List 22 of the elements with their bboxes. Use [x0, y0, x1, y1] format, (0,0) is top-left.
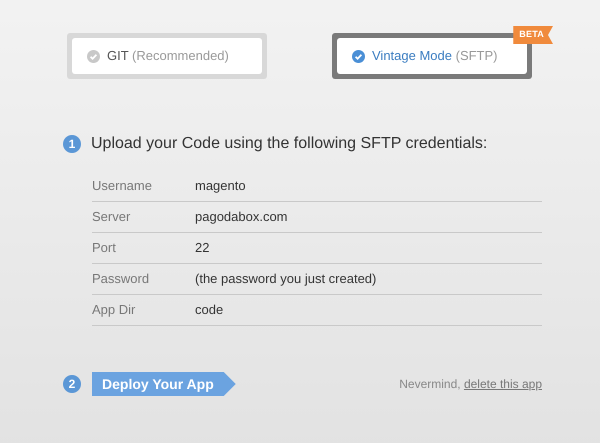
step-title: Upload your Code using the following SFTP credentials:: [91, 134, 488, 154]
field-value: code: [195, 301, 224, 320]
delete-app-link[interactable]: delete this app: [464, 377, 542, 391]
deploy-button[interactable]: Deploy Your App: [92, 372, 236, 396]
field-value: 22: [195, 239, 210, 258]
cancel-text: Nevermind, delete this app: [399, 376, 542, 393]
field-value: pagodabox.com: [195, 208, 288, 226]
mode-option[interactable]: GIT (Recommended): [67, 33, 267, 79]
step-number: 2: [63, 375, 81, 393]
field-label: App Dir: [92, 301, 136, 320]
step-number: 1: [63, 135, 81, 153]
mode-label: Vintage Mode (SFTP): [372, 47, 498, 66]
field-label: Server: [92, 208, 132, 226]
field-label: Port: [92, 239, 117, 258]
field-label: Password: [92, 270, 150, 288]
check-icon: [87, 50, 100, 62]
field-value: magento: [195, 176, 246, 195]
beta-badge: BETA: [513, 26, 553, 44]
field-value: (the password you just created): [195, 270, 376, 288]
mode-label: GIT (Recommended): [107, 47, 229, 66]
field-label: Username: [92, 176, 153, 195]
check-icon: [352, 50, 365, 62]
